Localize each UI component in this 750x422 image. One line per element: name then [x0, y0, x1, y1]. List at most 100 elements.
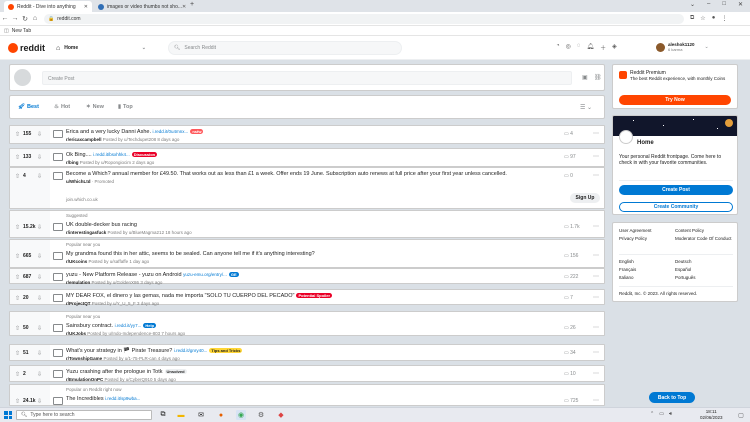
- downvote-arrow-icon[interactable]: ⇩: [37, 131, 42, 138]
- close-tab-icon[interactable]: ✕: [84, 4, 88, 10]
- user-agreement-link[interactable]: User Agreement: [619, 228, 652, 233]
- subreddit-link[interactable]: r/interestingasfuck: [66, 230, 106, 235]
- lang-italiano[interactable]: Italiano: [619, 275, 634, 280]
- comments-button[interactable]: ▭ 1.7k: [564, 224, 580, 230]
- lang-deutsch[interactable]: Deutsch: [675, 259, 692, 264]
- downvote-arrow-icon[interactable]: ⇩: [37, 253, 42, 260]
- post-link[interactable]: yuzu-emu.org/entry/...: [183, 272, 227, 277]
- popular-icon[interactable]: ◔: [556, 43, 560, 52]
- post-card[interactable]: ⇧ 4 ⇩ Become a Which? annual member for …: [9, 167, 605, 209]
- browser-tab-reddit[interactable]: Reddit - Dive into anything ✕: [4, 1, 92, 12]
- upvote-arrow-icon[interactable]: ⇧: [15, 371, 20, 378]
- subreddit-link[interactable]: u/WhichLtd: [66, 179, 91, 184]
- downvote-arrow-icon[interactable]: ⇩: [37, 325, 42, 332]
- coins-icon[interactable]: ◎: [566, 43, 571, 52]
- create-post-input[interactable]: Create Post: [42, 71, 572, 85]
- back-to-top-button[interactable]: Back to Top: [649, 392, 695, 403]
- forward-icon[interactable]: →: [10, 15, 20, 22]
- post-thumbnail-icon[interactable]: [53, 273, 63, 281]
- post-link[interactable]: i.redd.it/sp9wba...: [105, 396, 140, 401]
- browser-tab-images[interactable]: images or video thumbs not sho... ✕: [94, 1, 186, 12]
- post-card[interactable]: ⇧ 687 ⇩ yuzu - New Platform Release - yu…: [9, 268, 605, 285]
- subreddit-link[interactable]: r/UKJobs: [66, 331, 86, 336]
- lang-espanol[interactable]: Español: [675, 267, 691, 272]
- image-upload-icon[interactable]: ▣: [582, 74, 588, 81]
- sort-top[interactable]: ▮ Top: [118, 104, 133, 110]
- downvote-arrow-icon[interactable]: ⇩: [37, 371, 42, 378]
- create-community-button[interactable]: Create Community: [619, 202, 733, 212]
- post-thumbnail-icon[interactable]: [53, 252, 63, 260]
- user-menu[interactable]: aleshok1120 6 karma ⌄: [656, 42, 709, 52]
- post-thumbnail-icon[interactable]: [53, 130, 63, 138]
- post-title[interactable]: yuzu - New Platform Release - yuzu on An…: [66, 272, 239, 278]
- subreddit-link[interactable]: r/bing: [66, 160, 79, 165]
- volume-icon[interactable]: 🔊︎: [669, 411, 672, 417]
- comments-button[interactable]: ▭ 725: [564, 398, 578, 404]
- more-options-icon[interactable]: ⋯: [593, 223, 599, 230]
- more-options-icon[interactable]: ⋯: [593, 153, 599, 160]
- upvote-arrow-icon[interactable]: ⇧: [15, 325, 20, 332]
- app-icon[interactable]: ◆: [276, 410, 286, 420]
- more-options-icon[interactable]: ⋯: [593, 273, 599, 280]
- sort-new[interactable]: ✶ New: [86, 104, 104, 110]
- reddit-wordmark[interactable]: reddit: [20, 43, 45, 53]
- comments-button[interactable]: ▭ 97: [564, 154, 576, 160]
- settings-gear-icon[interactable]: ⚙: [256, 410, 266, 420]
- downvote-arrow-icon[interactable]: ⇩: [37, 154, 42, 161]
- network-icon[interactable]: ▭: [659, 411, 664, 417]
- post-thumbnail-icon[interactable]: [53, 349, 63, 357]
- post-card[interactable]: ⇧ 51 ⇩ What's your strategy in 🏴 Pirate …: [9, 344, 605, 361]
- home-dropdown[interactable]: ⌂ Home ⌄: [56, 43, 146, 53]
- downvote-arrow-icon[interactable]: ⇩: [37, 295, 42, 302]
- lang-francais[interactable]: Français: [619, 267, 636, 272]
- subreddit-link[interactable]: r/EmulationOnPC: [66, 377, 103, 382]
- post-link[interactable]: i.redd.it/gnry40...: [174, 348, 208, 353]
- subreddit-link[interactable]: r/emulation: [66, 280, 90, 285]
- post-title[interactable]: Become a Which? annual member for £49.50…: [66, 171, 507, 177]
- post-title[interactable]: Ok Bing.... i.redd.it/bsxhhk4... Discussi…: [66, 152, 158, 158]
- downvote-arrow-icon[interactable]: ⇩: [37, 398, 42, 405]
- try-now-button[interactable]: Try Now: [619, 95, 731, 105]
- subreddit-link[interactable]: r/ProjectQT: [66, 301, 91, 306]
- post-thumbnail-icon[interactable]: [53, 294, 63, 302]
- taskbar-search-input[interactable]: 🔍︎ Type here to search: [16, 410, 152, 420]
- downvote-arrow-icon[interactable]: ⇩: [37, 274, 42, 281]
- upvote-arrow-icon[interactable]: ⇧: [15, 173, 20, 180]
- sort-hot[interactable]: ♨ Hot: [54, 104, 70, 110]
- more-options-icon[interactable]: ⋯: [593, 130, 599, 137]
- create-post-plus-icon[interactable]: ＋: [600, 43, 606, 52]
- post-card[interactable]: ⇧ 665 ⇩ Popular near you My grandma found…: [9, 239, 605, 268]
- reload-icon[interactable]: ↻: [20, 15, 30, 23]
- back-icon[interactable]: ←: [0, 15, 10, 22]
- post-thumbnail-icon[interactable]: [53, 153, 63, 161]
- upvote-arrow-icon[interactable]: ⇧: [15, 131, 20, 138]
- address-bar[interactable]: 🔒 reddit.com: [44, 14, 684, 24]
- file-explorer-icon[interactable]: ▬: [176, 410, 186, 420]
- chat-icon[interactable]: ◌: [577, 43, 581, 52]
- task-view-icon[interactable]: ⧉: [158, 410, 168, 420]
- notifications-bell-icon[interactable]: 🔔︎: [586, 43, 594, 52]
- subreddit-link[interactable]: r/ericaxcampbell: [66, 137, 102, 142]
- privacy-policy-link[interactable]: Privacy Policy: [619, 236, 647, 241]
- downvote-arrow-icon[interactable]: ⇩: [37, 350, 42, 357]
- upvote-arrow-icon[interactable]: ⇧: [15, 398, 20, 405]
- downvote-arrow-icon[interactable]: ⇩: [37, 224, 42, 231]
- comments-button[interactable]: ▭ 222: [564, 274, 578, 280]
- subreddit-link[interactable]: r/UKcoins: [66, 259, 87, 264]
- taskbar-clock[interactable]: 18:11 02/06/2023: [700, 409, 723, 421]
- mail-icon[interactable]: ✉: [196, 410, 206, 420]
- post-title[interactable]: My grandma found this in her attic, seem…: [66, 251, 315, 257]
- post-title[interactable]: UK double-decker bus racing: [66, 222, 137, 228]
- more-options-icon[interactable]: ⋯: [593, 349, 599, 356]
- post-thumbnail-icon[interactable]: [53, 223, 63, 231]
- lang-english[interactable]: English: [619, 259, 634, 264]
- post-card[interactable]: ⇧ 155 ⇩ Erica and a very lucky Danni Ash…: [9, 125, 605, 144]
- post-card[interactable]: ⇧ 15.2k ⇩ Suggested UK double-decker bus …: [9, 210, 605, 238]
- create-post-button[interactable]: Create Post: [619, 185, 733, 195]
- new-tab-button[interactable]: +: [190, 1, 194, 8]
- post-thumbnail-icon[interactable]: [53, 172, 63, 180]
- browser-home-icon[interactable]: ⌂: [30, 15, 40, 22]
- post-card[interactable]: ⇧ 2 ⇩ Yuzu crashing after the prologue i…: [9, 365, 605, 382]
- bookmark-new-tab[interactable]: New Tab: [12, 28, 31, 34]
- more-options-icon[interactable]: ⋯: [593, 172, 599, 179]
